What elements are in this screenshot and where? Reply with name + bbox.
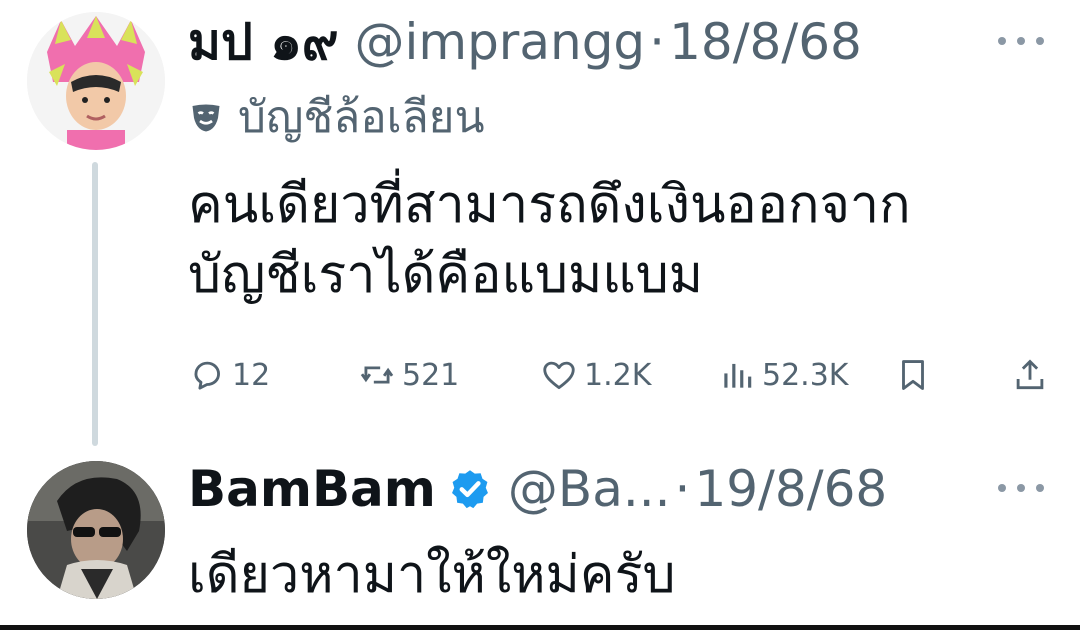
display-name[interactable]: BamBam	[188, 459, 436, 519]
tweet-parody[interactable]: มป ๑๙ @imprangg · 18/8/68 บัญชีล้อเลียน …	[0, 0, 1080, 455]
like-count: 1.2K	[584, 357, 652, 393]
parody-label: บัญชีล้อเลียน	[188, 88, 485, 148]
tweet-date[interactable]: 19/8/68	[694, 459, 887, 519]
more-dot	[998, 484, 1006, 492]
parody-mask-icon	[192, 104, 220, 132]
action-bar: 12 521 1.2K 52.3K	[188, 350, 1058, 400]
handle[interactable]: @Ba...	[508, 459, 671, 519]
bookmark-button[interactable]	[894, 350, 938, 400]
more-options-button[interactable]	[998, 481, 1044, 495]
verified-badge-icon	[451, 470, 488, 509]
separator-dot: ·	[649, 13, 666, 71]
repost-count: 521	[402, 357, 460, 393]
parody-label-text: บัญชีล้อเลียน	[238, 92, 485, 143]
more-options-button[interactable]	[998, 34, 1044, 48]
reply-count: 12	[232, 357, 271, 393]
tweet-header: มป ๑๙ @imprangg · 18/8/68	[188, 12, 862, 72]
tweet-date[interactable]: 18/8/68	[669, 12, 862, 72]
tweet-text-line: บัญชีเราได้คือแบมแบม	[188, 245, 704, 305]
avatar[interactable]	[27, 12, 165, 150]
repost-icon	[360, 366, 394, 384]
share-icon	[1016, 359, 1044, 390]
bottom-edge-bar	[0, 625, 1080, 630]
separator-dot: ·	[674, 460, 691, 518]
like-button[interactable]: 1.2K	[540, 350, 651, 400]
display-name[interactable]: มป ๑๙	[188, 12, 338, 72]
heart-icon	[543, 361, 575, 390]
tweet-text: คนเดียวที่สามารถดึงเงินออกจาก บัญชีเราได…	[188, 170, 911, 310]
view-count: 52.3K	[762, 357, 849, 393]
tweet-header: BamBam @Ba... · 19/8/68	[188, 459, 887, 519]
thread-line	[92, 162, 98, 446]
share-button[interactable]	[1011, 350, 1055, 400]
more-dot	[1017, 37, 1025, 45]
bookmark-icon	[902, 360, 924, 390]
more-dot	[1036, 37, 1044, 45]
views-button[interactable]: 52.3K	[718, 350, 848, 400]
more-dot	[1036, 484, 1044, 492]
reply-icon	[194, 361, 220, 390]
tweet-text: เดียวหามาให้ใหม่ครับ	[188, 540, 676, 610]
avatar[interactable]	[27, 461, 165, 599]
handle[interactable]: @imprangg	[354, 12, 645, 72]
more-dot	[1017, 484, 1025, 492]
repost-button[interactable]: 521	[358, 350, 459, 400]
tweet-text-line: คนเดียวที่สามารถดึงเงินออกจาก	[188, 175, 911, 235]
more-dot	[998, 37, 1006, 45]
reply-button[interactable]: 12	[188, 350, 270, 400]
tweet-reply[interactable]: BamBam @Ba... · 19/8/68 เดียวหามาให้ใหม่…	[0, 455, 1080, 625]
views-chart-icon	[724, 363, 752, 388]
tweet-text-line: เดียวหามาให้ใหม่ครับ	[188, 545, 676, 605]
